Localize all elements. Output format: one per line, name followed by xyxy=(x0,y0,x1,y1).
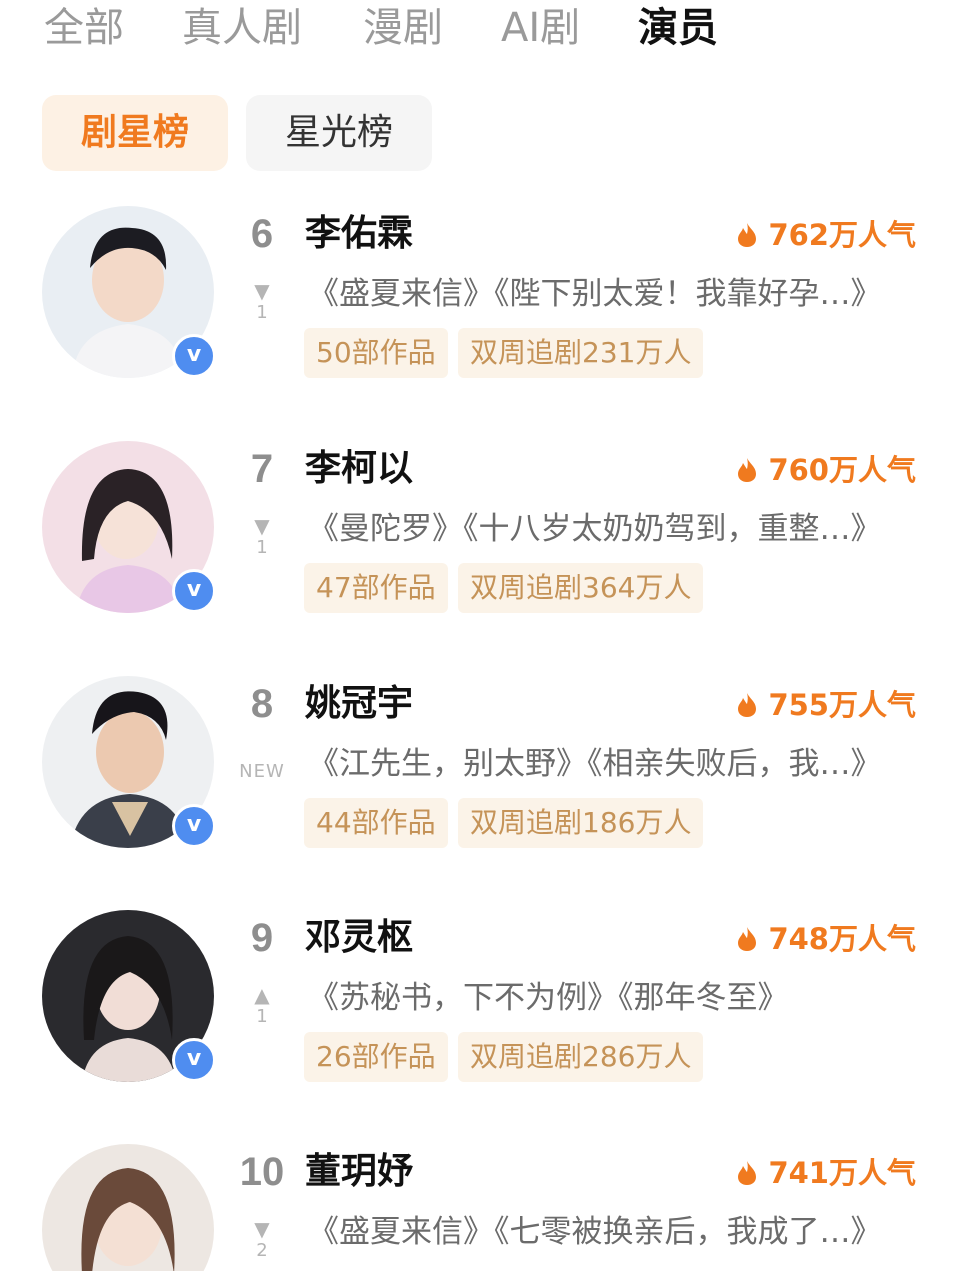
tab-comic[interactable]: 漫剧 xyxy=(363,2,443,54)
rank-change-value: 2 xyxy=(256,1240,268,1261)
rank-change-value: 1 xyxy=(256,1006,268,1027)
actor-name: 李佑霖 xyxy=(305,213,414,254)
actor-card[interactable]: 10 ▼ 2 董玥妤 741万人气 《盛夏来信》《七零被换亲后，我成了…》 xyxy=(0,1144,958,1271)
subtab-drama-star-chart[interactable]: 剧星榜 xyxy=(42,95,228,171)
popularity-value: 741万人气 xyxy=(768,1156,916,1190)
tab-ai[interactable]: AI剧 xyxy=(501,2,580,54)
works-list[interactable]: 《江先生，别太野》《相亲失败后，我…》 xyxy=(308,741,882,787)
actor-name: 邓灵枢 xyxy=(305,917,414,958)
works-list[interactable]: 《盛夏来信》《陛下别太爱！我靠好孕…》 xyxy=(308,271,882,317)
flame-icon xyxy=(738,223,757,247)
works-list[interactable]: 《苏秘书，下不为例》《那年冬至》 xyxy=(308,975,789,1021)
avatar[interactable] xyxy=(42,1144,214,1271)
actor-name: 董玥妤 xyxy=(305,1151,414,1192)
top-tab-bar: 全部 真人剧 漫剧 AI剧 演员 xyxy=(0,0,958,60)
tab-live-action[interactable]: 真人剧 xyxy=(182,2,302,54)
actor-name: 姚冠宇 xyxy=(305,683,414,724)
new-entry-label: NEW xyxy=(239,761,285,782)
rank-number: 9 xyxy=(250,916,274,960)
works-count-tag: 26部作品 xyxy=(304,1032,448,1082)
triangle-down-icon: ▼ xyxy=(254,1217,270,1241)
rank-number: 6 xyxy=(250,212,274,256)
triangle-down-icon: ▼ xyxy=(254,514,270,538)
followers-tag: 双周追剧286万人 xyxy=(458,1032,704,1082)
popularity-value: 760万人气 xyxy=(768,453,916,487)
verified-badge-icon: v xyxy=(172,804,216,848)
verified-badge-icon: v xyxy=(172,334,216,378)
flame-icon xyxy=(738,458,757,482)
actor-card[interactable]: v 8 NEW 姚冠宇 755万人气 《江先生，别太野》《相亲失败后，我…》 4… xyxy=(0,676,958,910)
popularity: 741万人气 xyxy=(736,1152,916,1194)
rank-change: NEW xyxy=(230,750,294,784)
verified-badge-icon: v xyxy=(172,1038,216,1082)
rank-change: ▼ 1 xyxy=(230,280,294,324)
rank-number: 10 xyxy=(239,1150,285,1194)
rank-number: 7 xyxy=(250,447,274,491)
popularity: 760万人气 xyxy=(736,449,916,491)
actor-card[interactable]: v 7 ▼ 1 李柯以 760万人气 《曼陀罗》《十八岁太奶奶驾到，重整…》 4… xyxy=(0,441,958,675)
rank-change: ▼ 2 xyxy=(230,1218,294,1262)
subtab-starlight-chart[interactable]: 星光榜 xyxy=(246,95,432,171)
works-count-tag: 44部作品 xyxy=(304,798,448,848)
tab-all[interactable]: 全部 xyxy=(44,2,124,54)
triangle-up-icon: ▲ xyxy=(254,983,270,1007)
works-count-tag: 50部作品 xyxy=(304,328,448,378)
actor-name: 李柯以 xyxy=(305,448,414,489)
works-count-tag: 47部作品 xyxy=(304,563,448,613)
rank-change-value: 1 xyxy=(256,537,268,558)
popularity-value: 755万人气 xyxy=(768,688,916,722)
popularity: 762万人气 xyxy=(736,214,916,256)
works-list[interactable]: 《曼陀罗》《十八岁太奶奶驾到，重整…》 xyxy=(308,506,882,552)
actor-card[interactable]: v 6 ▼ 1 李佑霖 762万人气 《盛夏来信》《陛下别太爱！我靠好孕…》 5… xyxy=(0,206,958,440)
rank-change: ▲ 1 xyxy=(230,984,294,1028)
flame-icon xyxy=(738,1161,757,1185)
verified-badge-icon: v xyxy=(172,569,216,613)
triangle-down-icon: ▼ xyxy=(254,279,270,303)
popularity-value: 762万人气 xyxy=(768,218,916,252)
tab-actors[interactable]: 演员 xyxy=(638,2,718,54)
followers-tag: 双周追剧231万人 xyxy=(458,328,704,378)
rank-change-value: 1 xyxy=(256,302,268,323)
flame-icon xyxy=(738,927,757,951)
actor-card[interactable]: v 9 ▲ 1 邓灵枢 748万人气 《苏秘书，下不为例》《那年冬至》 26部作… xyxy=(0,910,958,1144)
rank-number: 8 xyxy=(250,682,274,726)
popularity: 748万人气 xyxy=(736,918,916,960)
works-list[interactable]: 《盛夏来信》《七零被换亲后，我成了…》 xyxy=(308,1209,882,1255)
popularity: 755万人气 xyxy=(736,684,916,726)
followers-tag: 双周追剧186万人 xyxy=(458,798,704,848)
flame-icon xyxy=(738,693,757,717)
followers-tag: 双周追剧364万人 xyxy=(458,563,704,613)
rank-change: ▼ 1 xyxy=(230,515,294,559)
popularity-value: 748万人气 xyxy=(768,922,916,956)
